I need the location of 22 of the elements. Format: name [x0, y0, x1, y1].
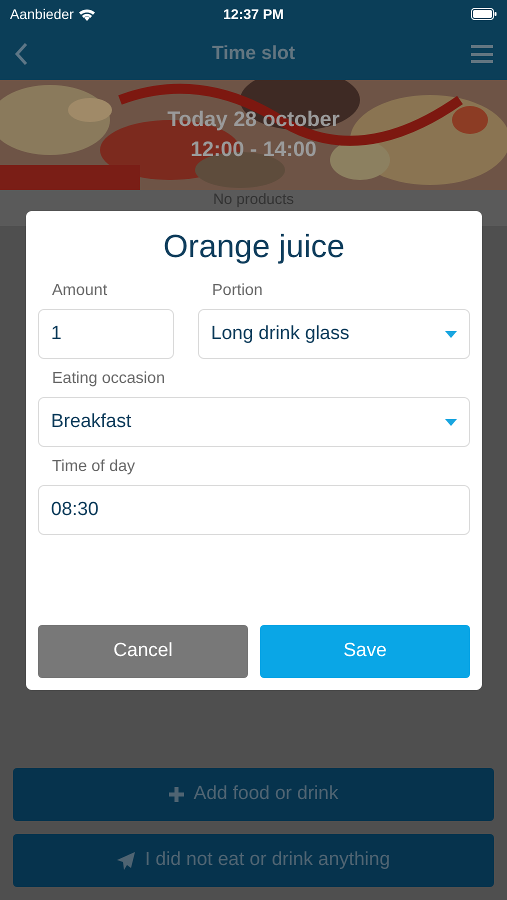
screen-title: Time slot	[212, 42, 296, 66]
paper-plane-icon	[116, 852, 135, 870]
field-label: Portion	[211, 281, 264, 301]
plus-icon	[168, 787, 184, 802]
input-field[interactable]: 1	[38, 309, 174, 359]
caret-icon	[445, 418, 457, 426]
field-label: Amount	[51, 281, 108, 301]
field-label: Time of day	[51, 457, 136, 477]
input-field[interactable]: 08:30	[38, 485, 470, 535]
battery-icon	[470, 8, 497, 20]
carrier-name: Aanbieder	[10, 4, 74, 24]
field-label: Eating occasion	[51, 369, 166, 389]
time-range: 12:00 - 14:00	[190, 137, 317, 163]
caret-icon	[445, 330, 457, 338]
dropdown-field[interactable]: Long drink glass	[198, 309, 470, 359]
dialog-title: Orange juice	[162, 227, 346, 266]
wifi-icon	[78, 8, 96, 20]
menu-button[interactable]	[471, 45, 493, 63]
cancel-button[interactable]: Cancel	[38, 625, 248, 678]
dropdown-field[interactable]: Breakfast	[38, 397, 470, 447]
date-heading: Today 28 october	[167, 107, 340, 133]
status-time: 12:37 PM	[223, 4, 284, 24]
